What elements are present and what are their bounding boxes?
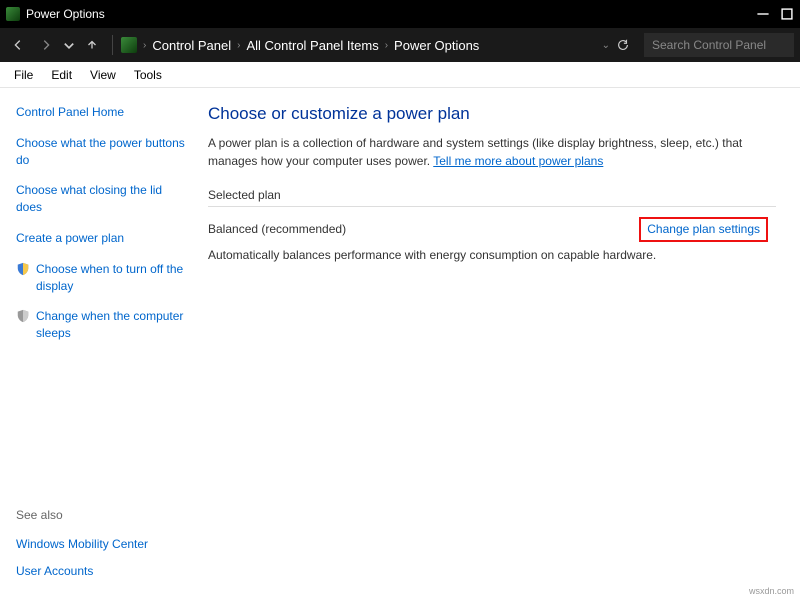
change-plan-settings-link[interactable]: Change plan settings [647, 222, 760, 236]
breadcrumb[interactable]: › Control Panel › All Control Panel Item… [121, 37, 640, 53]
menu-view[interactable]: View [82, 65, 124, 85]
see-also-mobility[interactable]: Windows Mobility Center [16, 536, 188, 553]
sidebar-link-power-buttons[interactable]: Choose what the power buttons do [16, 135, 188, 169]
main-panel: Choose or customize a power plan A power… [200, 88, 800, 598]
crumb-control-panel[interactable]: Control Panel [152, 38, 231, 53]
menu-tools[interactable]: Tools [126, 65, 170, 85]
menu-edit[interactable]: Edit [43, 65, 80, 85]
see-also-user-accounts[interactable]: User Accounts [16, 563, 188, 580]
minimize-button[interactable] [756, 7, 770, 21]
sidebar-item-sleeps[interactable]: Change when the computer sleeps [16, 308, 188, 342]
footer-watermark: wsxdn.com [749, 586, 794, 596]
chevron-right-icon[interactable]: › [385, 40, 388, 51]
refresh-icon[interactable] [616, 38, 630, 52]
plan-name: Balanced (recommended) [208, 222, 346, 236]
maximize-button[interactable] [780, 7, 794, 21]
tell-me-more-link[interactable]: Tell me more about power plans [433, 154, 603, 168]
back-button[interactable] [6, 33, 30, 57]
titlebar: Power Options [0, 0, 800, 28]
sidebar-link-create-plan[interactable]: Create a power plan [16, 230, 188, 247]
separator [112, 35, 113, 55]
up-button[interactable] [80, 33, 104, 57]
sidebar-link-sleeps[interactable]: Change when the computer sleeps [36, 308, 188, 342]
recent-dropdown[interactable] [62, 33, 76, 57]
sidebar-link-display-off[interactable]: Choose when to turn off the display [36, 261, 188, 295]
crumb-all-items[interactable]: All Control Panel Items [246, 38, 378, 53]
sidebar-link-closing-lid[interactable]: Choose what closing the lid does [16, 182, 188, 216]
menubar: File Edit View Tools [0, 62, 800, 88]
section-label: Selected plan [208, 188, 776, 207]
sidebar-item-display-off[interactable]: Choose when to turn off the display [16, 261, 188, 295]
plan-row: Balanced (recommended) Change plan setti… [208, 217, 776, 242]
shield-icon [16, 262, 30, 276]
see-also-label: See also [16, 508, 188, 522]
chevron-right-icon[interactable]: › [237, 40, 240, 51]
breadcrumb-icon [121, 37, 137, 53]
control-panel-home-link[interactable]: Control Panel Home [16, 104, 188, 121]
page-heading: Choose or customize a power plan [208, 104, 776, 124]
content: Control Panel Home Choose what the power… [0, 88, 800, 598]
crumb-power-options[interactable]: Power Options [394, 38, 479, 53]
chevron-down-icon[interactable]: ⌄ [602, 40, 610, 51]
forward-button[interactable] [34, 33, 58, 57]
search-input[interactable] [644, 33, 794, 57]
chevron-right-icon[interactable]: › [143, 40, 146, 51]
page-description: A power plan is a collection of hardware… [208, 134, 776, 170]
navbar: › Control Panel › All Control Panel Item… [0, 28, 800, 62]
shield-icon [16, 309, 30, 323]
app-icon [6, 7, 20, 21]
plan-description: Automatically balances performance with … [208, 248, 776, 262]
window-title: Power Options [26, 7, 105, 21]
change-plan-highlight: Change plan settings [639, 217, 768, 242]
sidebar: Control Panel Home Choose what the power… [0, 88, 200, 598]
menu-file[interactable]: File [6, 65, 41, 85]
